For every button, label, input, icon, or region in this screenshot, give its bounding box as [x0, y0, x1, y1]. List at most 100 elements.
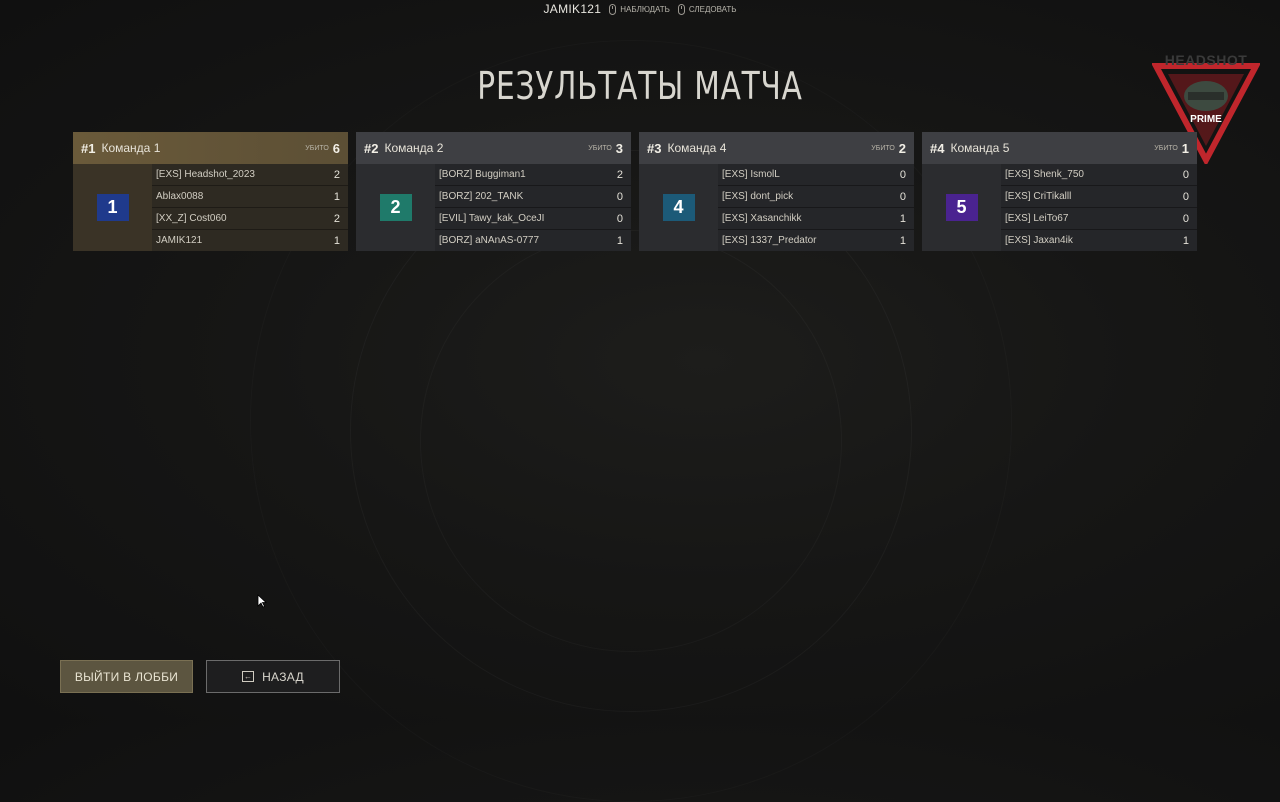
- player-kills: 1: [1182, 234, 1189, 247]
- kills-label: УБИТО: [588, 144, 612, 152]
- player-row[interactable]: [BORZ] 202_TANK 0: [435, 186, 631, 208]
- team-badge-cell: 5: [922, 164, 1001, 251]
- player-kills: 2: [333, 212, 340, 225]
- kills-label: УБИТО: [1154, 144, 1178, 152]
- team-rank: #1: [81, 140, 96, 156]
- observe-hint[interactable]: НАБЛЮДАТЬ: [609, 3, 670, 15]
- kills-label: УБИТО: [305, 144, 329, 152]
- team-header: #4 Команда 5 УБИТО 1: [922, 132, 1197, 164]
- player-name: [BORZ] Buggiman1: [439, 169, 526, 180]
- player-name: [EXS] LeiTo67: [1005, 213, 1069, 224]
- player-name: [EVIL] Tawy_kak_OceJI: [439, 213, 545, 224]
- exit-to-lobby-label: ВЫЙТИ В ЛОББИ: [74, 669, 179, 684]
- team-body: 5 [EXS] Shenk_750 0 [EXS] CriTikalll 0 [EX…: [922, 164, 1197, 251]
- player-kills: 0: [616, 190, 623, 203]
- player-list: [EXS] IsmolL 0 [EXS] dont_pick 0 [EXS] Xas…: [718, 164, 914, 251]
- player-row[interactable]: [EXS] IsmolL 0: [718, 164, 914, 186]
- player-row[interactable]: [EXS] Xasanchikk 1: [718, 208, 914, 230]
- player-kills: 1: [616, 234, 623, 247]
- background-ring: [420, 230, 842, 652]
- team-kills: 1: [1181, 140, 1189, 156]
- player-kills: 1: [899, 212, 906, 225]
- team-name: Команда 5: [950, 141, 1010, 155]
- player-name: [EXS] Shenk_750: [1005, 169, 1084, 180]
- player-kills: 0: [899, 168, 906, 181]
- team-kills: 2: [898, 140, 906, 156]
- player-row[interactable]: [EXS] Shenk_750 0: [1001, 164, 1197, 186]
- player-name: [EXS] 1337_Predator: [722, 235, 817, 246]
- player-list: [BORZ] Buggiman1 2 [BORZ] 202_TANK 0 [EVIL…: [435, 164, 631, 251]
- player-row[interactable]: [EXS] CriTikalll 0: [1001, 186, 1197, 208]
- team-card-3: #3 Команда 4 УБИТО 2 4 [EXS] IsmolL 0 [EX…: [639, 132, 914, 251]
- player-row[interactable]: [EXS] Headshot_2023 2: [152, 164, 348, 186]
- back-label: НАЗАД: [262, 669, 304, 684]
- page-title: РЕЗУЛЬТАТЫ МАТЧА: [477, 64, 803, 108]
- team-number-badge: 4: [662, 194, 695, 221]
- player-kills: 0: [616, 212, 623, 225]
- player-row[interactable]: [EVIL] Tawy_kak_OceJI 0: [435, 208, 631, 230]
- exit-to-lobby-button[interactable]: ВЫЙТИ В ЛОББИ: [60, 660, 193, 693]
- team-body: 4 [EXS] IsmolL 0 [EXS] dont_pick 0 [EXS] X…: [639, 164, 914, 251]
- player-kills: 0: [899, 190, 906, 203]
- player-row[interactable]: [EXS] LeiTo67 0: [1001, 208, 1197, 230]
- player-name: [BORZ] aNAnAS-0777: [439, 235, 540, 246]
- team-card-4: #4 Команда 5 УБИТО 1 5 [EXS] Shenk_750 0 …: [922, 132, 1197, 251]
- logo-brand-top: HEADSHOT: [1164, 52, 1248, 68]
- player-kills: 1: [333, 190, 340, 203]
- team-rank: #3: [647, 140, 662, 156]
- team-number-badge: 5: [945, 194, 978, 221]
- kills-label: УБИТО: [871, 144, 895, 152]
- player-kills: 1: [899, 234, 906, 247]
- team-rank: #4: [930, 140, 945, 156]
- team-rank: #2: [364, 140, 379, 156]
- player-name: [EXS] Jaxan4ik: [1005, 235, 1073, 246]
- player-name: Ablax0088: [156, 191, 204, 202]
- player-kills: 2: [616, 168, 623, 181]
- player-row[interactable]: [EXS] dont_pick 0: [718, 186, 914, 208]
- team-kills: 6: [332, 140, 340, 156]
- team-badge-cell: 1: [73, 164, 152, 251]
- player-row[interactable]: [XX_Z] Cost060 2: [152, 208, 348, 230]
- observe-hint-label: НАБЛЮДАТЬ: [620, 4, 670, 14]
- team-badge-cell: 4: [639, 164, 718, 251]
- team-card-2: #2 Команда 2 УБИТО 3 2 [BORZ] Buggiman1 2…: [356, 132, 631, 251]
- player-row[interactable]: Ablax0088 1: [152, 186, 348, 208]
- spectated-player-name: JAMIK121: [543, 2, 602, 16]
- team-badge-cell: 2: [356, 164, 435, 251]
- team-header: #3 Команда 4 УБИТО 2: [639, 132, 914, 164]
- player-row[interactable]: JAMIK121 1: [152, 230, 348, 251]
- team-number-badge: 1: [96, 194, 129, 221]
- back-arrow-icon: ←: [242, 671, 255, 682]
- player-row[interactable]: [BORZ] aNAnAS-0777 1: [435, 230, 631, 251]
- player-name: [EXS] CriTikalll: [1005, 191, 1072, 202]
- team-card-1: #1 Команда 1 УБИТО 6 1 [EXS] Headshot_20…: [73, 132, 348, 251]
- player-row[interactable]: [EXS] Jaxan4ik 1: [1001, 230, 1197, 251]
- player-list: [EXS] Headshot_2023 2 Ablax0088 1 [XX_Z] C…: [152, 164, 348, 251]
- player-kills: 1: [333, 234, 340, 247]
- player-name: [EXS] IsmolL: [722, 169, 780, 180]
- player-name: JAMIK121: [156, 235, 203, 246]
- player-name: [EXS] dont_pick: [722, 191, 794, 202]
- player-kills: 0: [1182, 212, 1189, 225]
- team-header: #2 Команда 2 УБИТО 3: [356, 132, 631, 164]
- team-name: Команда 1: [101, 141, 161, 155]
- team-header: #1 Команда 1 УБИТО 6: [73, 132, 348, 164]
- team-name: Команда 2: [384, 141, 444, 155]
- team-name: Команда 4: [667, 141, 727, 155]
- follow-hint[interactable]: СЛЕДОВАТЬ: [677, 3, 737, 15]
- player-list: [EXS] Shenk_750 0 [EXS] CriTikalll 0 [EXS]…: [1001, 164, 1197, 251]
- spectate-bar: JAMIK121 НАБЛЮДАТЬ СЛЕДОВАТЬ: [0, 0, 1280, 18]
- logo-brand-bottom: PRIME: [1190, 114, 1222, 125]
- follow-hint-label: СЛЕДОВАТЬ: [688, 4, 737, 14]
- back-button[interactable]: ← НАЗАД: [206, 660, 340, 693]
- team-number-badge: 2: [379, 194, 412, 221]
- player-name: [XX_Z] Cost060: [156, 213, 227, 224]
- mouse-left-icon: [609, 3, 617, 15]
- player-name: [EXS] Xasanchikk: [722, 213, 802, 224]
- player-kills: 0: [1182, 168, 1189, 181]
- player-kills: 0: [1182, 190, 1189, 203]
- team-body: 2 [BORZ] Buggiman1 2 [BORZ] 202_TANK 0 [EV…: [356, 164, 631, 251]
- team-kills: 3: [615, 140, 623, 156]
- player-row[interactable]: [EXS] 1337_Predator 1: [718, 230, 914, 251]
- player-row[interactable]: [BORZ] Buggiman1 2: [435, 164, 631, 186]
